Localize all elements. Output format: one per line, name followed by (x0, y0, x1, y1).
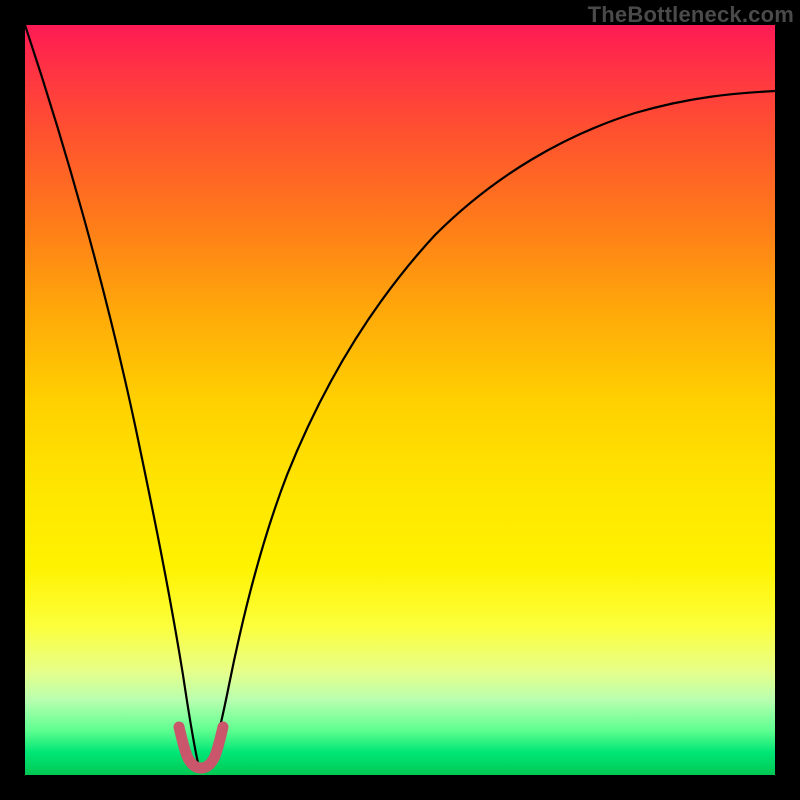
bottleneck-curve-path (25, 25, 775, 769)
optimal-marker-path (179, 727, 223, 768)
chart-frame (25, 25, 775, 775)
watermark-text: TheBottleneck.com (588, 2, 794, 28)
bottleneck-curve-svg (25, 25, 775, 775)
